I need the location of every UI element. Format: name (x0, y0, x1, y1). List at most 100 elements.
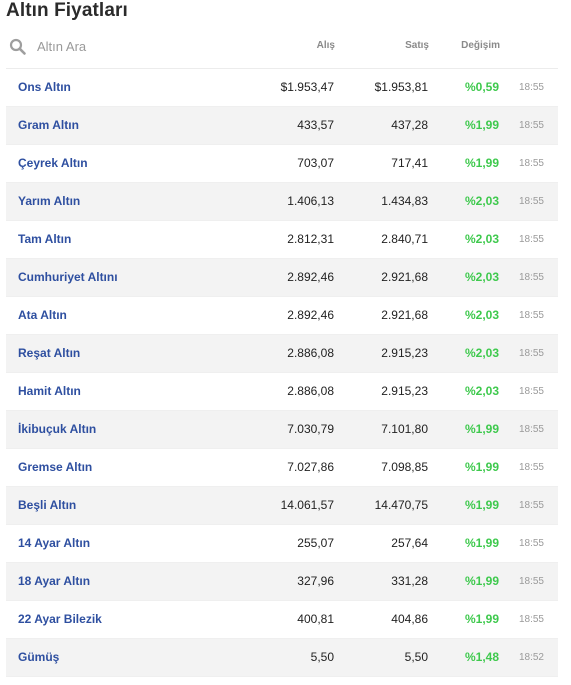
ask-price: 2.915,23 (381, 384, 428, 398)
ask-price: 404,86 (391, 612, 428, 626)
change-percent: %2,03 (464, 308, 499, 322)
change-percent: %1,99 (464, 156, 499, 170)
bid-price: 400,81 (297, 612, 334, 626)
ask-price: 7.098,85 (381, 460, 428, 474)
table-row[interactable]: İkibuçuk Altın 7.030,79 7.101,80 %1,99 18:55 (6, 411, 558, 449)
ask-price: $1.953,81 (374, 80, 428, 94)
change-percent: %1,99 (464, 118, 499, 132)
table-row[interactable]: Gram Altın 433,57 437,28 %1,99 18:55 (6, 107, 558, 145)
change-percent: %1,99 (464, 612, 499, 626)
gold-name-link[interactable]: Yarım Altın (18, 183, 80, 220)
gold-name-link[interactable]: Tam Altın (18, 221, 71, 258)
update-time: 18:55 (518, 310, 544, 321)
table-row[interactable]: Tam Altın 2.812,31 2.840,71 %2,03 18:55 (6, 221, 558, 259)
update-time: 18:52 (518, 652, 544, 663)
change-percent: %1,99 (464, 498, 499, 512)
bid-price: 2.812,31 (287, 232, 334, 246)
bid-price: 255,07 (297, 536, 334, 550)
table-row[interactable]: Beşli Altın 14.061,57 14.470,75 %1,99 18:55 (6, 487, 558, 525)
change-percent: %2,03 (464, 232, 499, 246)
ask-price: 2.921,68 (381, 308, 428, 322)
ask-price: 1.434,83 (381, 194, 428, 208)
table-row[interactable]: Çeyrek Altın 703,07 717,41 %1,99 18:55 (6, 145, 558, 183)
gold-name-link[interactable]: 22 Ayar Bilezik (18, 601, 102, 638)
change-percent: %0,59 (464, 80, 499, 94)
ask-price: 5,50 (404, 650, 428, 664)
column-header-change[interactable]: Değişim (461, 40, 500, 51)
gold-name-link[interactable]: Hamit Altın (18, 373, 81, 410)
table-row[interactable]: Yarım Altın 1.406,13 1.434,83 %2,03 18:55 (6, 183, 558, 221)
change-percent: %2,03 (464, 346, 499, 360)
ask-price: 2.921,68 (381, 270, 428, 284)
ask-price: 7.101,80 (381, 422, 428, 436)
update-time: 18:55 (518, 386, 544, 397)
change-percent: %1,99 (464, 422, 499, 436)
gold-name-link[interactable]: Çeyrek Altın (18, 145, 88, 182)
update-time: 18:55 (518, 500, 544, 511)
update-time: 18:55 (518, 462, 544, 473)
gold-name-link[interactable]: Gremse Altın (18, 449, 92, 486)
gold-name-link[interactable]: Beşli Altın (18, 487, 76, 524)
change-percent: %1,99 (464, 574, 499, 588)
table-row[interactable]: Hamit Altın 2.886,08 2.915,23 %2,03 18:55 (6, 373, 558, 411)
ask-price: 717,41 (391, 156, 428, 170)
update-time: 18:55 (518, 538, 544, 549)
update-time: 18:55 (518, 348, 544, 359)
table-row[interactable]: Gremse Altın 7.027,86 7.098,85 %1,99 18:55 (6, 449, 558, 487)
change-percent: %2,03 (464, 194, 499, 208)
gold-name-link[interactable]: Ata Altın (18, 297, 67, 334)
page-title: Altın Fiyatları (6, 0, 128, 21)
update-time: 18:55 (518, 82, 544, 93)
gold-name-link[interactable]: İkibuçuk Altın (18, 411, 96, 448)
update-time: 18:55 (518, 424, 544, 435)
gold-name-link[interactable]: Gram Altın (18, 107, 79, 144)
update-time: 18:55 (518, 234, 544, 245)
gold-name-link[interactable]: Gümüş (18, 639, 59, 676)
bid-price: 5,50 (310, 650, 334, 664)
update-time: 18:55 (518, 614, 544, 625)
table-row[interactable]: 18 Ayar Altın 327,96 331,28 %1,99 18:55 (6, 563, 558, 601)
search-icon[interactable] (9, 38, 27, 56)
bid-price: 433,57 (297, 118, 334, 132)
update-time: 18:55 (518, 120, 544, 131)
gold-name-link[interactable]: Ons Altın (18, 69, 71, 106)
table-row[interactable]: Ons Altın $1.953,47 $1.953,81 %0,59 18:55 (6, 69, 558, 107)
bid-price: 7.027,86 (287, 460, 334, 474)
gold-name-link[interactable]: Cumhuriyet Altını (18, 259, 118, 296)
table-row[interactable]: Ata Altın 2.892,46 2.921,68 %2,03 18:55 (6, 297, 558, 335)
bid-price: 2.892,46 (287, 308, 334, 322)
bid-price: 2.886,08 (287, 384, 334, 398)
bid-price: 7.030,79 (287, 422, 334, 436)
ask-price: 257,64 (391, 536, 428, 550)
bid-price: 2.892,46 (287, 270, 334, 284)
ask-price: 331,28 (391, 574, 428, 588)
search-input[interactable] (30, 35, 257, 57)
change-percent: %1,99 (464, 536, 499, 550)
gold-name-link[interactable]: Reşat Altın (18, 335, 80, 372)
gold-name-link[interactable]: 14 Ayar Altın (18, 525, 90, 562)
ask-price: 2.840,71 (381, 232, 428, 246)
ask-price: 437,28 (391, 118, 428, 132)
change-percent: %2,03 (464, 384, 499, 398)
change-percent: %1,48 (464, 650, 499, 664)
change-percent: %1,99 (464, 460, 499, 474)
bid-price: 703,07 (297, 156, 334, 170)
bid-price: $1.953,47 (280, 80, 334, 94)
bid-price: 327,96 (297, 574, 334, 588)
bid-price: 1.406,13 (287, 194, 334, 208)
column-header-bid[interactable]: Alış (317, 40, 335, 51)
bid-price: 2.886,08 (287, 346, 334, 360)
table-row[interactable]: 14 Ayar Altın 255,07 257,64 %1,99 18:55 (6, 525, 558, 563)
table-row[interactable]: 22 Ayar Bilezik 400,81 404,86 %1,99 18:55 (6, 601, 558, 639)
update-time: 18:55 (518, 158, 544, 169)
update-time: 18:55 (518, 576, 544, 587)
table-row[interactable]: Gümüş 5,50 5,50 %1,48 18:52 (6, 639, 558, 677)
table-row[interactable]: Cumhuriyet Altını 2.892,46 2.921,68 %2,03 18… (6, 259, 558, 297)
column-header-ask[interactable]: Satış (405, 40, 429, 51)
gold-name-link[interactable]: 18 Ayar Altın (18, 563, 90, 600)
ask-price: 2.915,23 (381, 346, 428, 360)
change-percent: %2,03 (464, 270, 499, 284)
update-time: 18:55 (518, 272, 544, 283)
table-row[interactable]: Reşat Altın 2.886,08 2.915,23 %2,03 18:55 (6, 335, 558, 373)
update-time: 18:55 (518, 196, 544, 207)
